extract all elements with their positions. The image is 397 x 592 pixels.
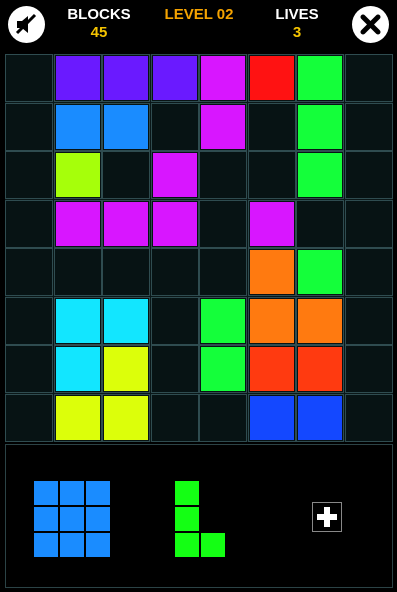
block-magenta <box>201 56 246 101</box>
board-cell[interactable] <box>5 102 53 151</box>
piece-cell <box>174 532 200 558</box>
blocks-label: BLOCKS <box>67 6 131 23</box>
block-green <box>298 104 343 149</box>
block-orange <box>249 298 294 343</box>
block-redorange <box>249 347 294 392</box>
board-cell[interactable] <box>102 248 150 296</box>
block-green <box>201 298 246 343</box>
blocks-stat: BLOCKS 45 <box>58 6 140 42</box>
lives-label: LIVES <box>275 6 319 23</box>
plus-icon-vertical <box>324 507 330 527</box>
piece-cell <box>85 480 111 506</box>
block-green <box>298 153 343 198</box>
board-cell[interactable] <box>344 393 393 442</box>
block-magenta <box>104 201 149 246</box>
lives-stat: LIVES 3 <box>262 6 332 42</box>
level-label: LEVEL 02 <box>164 6 234 23</box>
piece-cell <box>174 480 200 506</box>
board-cell[interactable] <box>150 296 199 345</box>
close-button[interactable] <box>352 6 389 43</box>
block-royal <box>249 395 294 440</box>
piece-cell <box>174 506 200 532</box>
board-cell[interactable] <box>344 199 393 248</box>
block-magenta <box>152 153 197 198</box>
game-board[interactable] <box>5 54 393 442</box>
block-yellow <box>104 347 149 392</box>
piece-cell <box>59 480 85 506</box>
board-cell[interactable] <box>5 345 53 393</box>
board-cell[interactable] <box>150 248 199 296</box>
block-green <box>298 56 343 101</box>
block-lime <box>55 153 100 198</box>
block-orange <box>249 250 294 295</box>
lives-count: 3 <box>292 24 302 41</box>
board-cell[interactable] <box>199 393 247 442</box>
piece-cell <box>85 506 111 532</box>
board-cell[interactable] <box>150 102 199 151</box>
block-magenta <box>249 201 294 246</box>
block-blue <box>104 104 149 149</box>
board-cell[interactable] <box>344 102 393 151</box>
block-purple <box>152 56 197 101</box>
board-cell[interactable] <box>150 393 199 442</box>
piece-cell <box>59 532 85 558</box>
block-purple <box>55 56 100 101</box>
board-cell[interactable] <box>344 151 393 199</box>
block-cyan <box>55 347 100 392</box>
board-cell[interactable] <box>199 151 247 199</box>
board-cell[interactable] <box>247 151 296 199</box>
block-royal <box>298 395 343 440</box>
board-cell[interactable] <box>247 102 296 151</box>
board-cell[interactable] <box>199 199 247 248</box>
block-red <box>249 56 294 101</box>
board-cell[interactable] <box>344 296 393 345</box>
sound-toggle-button[interactable] <box>8 6 45 43</box>
board-cell[interactable] <box>53 248 102 296</box>
block-yellow <box>104 395 149 440</box>
board-cell[interactable] <box>296 199 344 248</box>
block-yellow <box>55 395 100 440</box>
board-cell[interactable] <box>344 248 393 296</box>
board-cell[interactable] <box>5 151 53 199</box>
board-cell[interactable] <box>5 393 53 442</box>
piece-cell <box>200 532 226 558</box>
block-magenta <box>201 104 246 149</box>
blocks-count: 45 <box>90 24 108 41</box>
top-bar: BLOCKS 45 LEVEL 02 LIVES 3 <box>0 0 397 52</box>
block-green <box>201 347 246 392</box>
block-orange <box>298 298 343 343</box>
board-cell[interactable] <box>5 54 53 102</box>
board-cell[interactable] <box>102 151 150 199</box>
speaker-muted-icon <box>15 13 37 35</box>
piece-cell <box>33 506 59 532</box>
piece-cell <box>33 480 59 506</box>
block-blue <box>55 104 100 149</box>
board-cell[interactable] <box>344 345 393 393</box>
board-cell[interactable] <box>5 199 53 248</box>
piece-cell <box>59 506 85 532</box>
block-magenta <box>55 201 100 246</box>
block-cyan <box>55 298 100 343</box>
block-cyan <box>104 298 149 343</box>
add-piece-button[interactable] <box>312 502 342 532</box>
piece-cell <box>33 532 59 558</box>
level-stat: LEVEL 02 <box>150 6 248 24</box>
piece-cell <box>85 532 111 558</box>
board-cell[interactable] <box>199 248 247 296</box>
block-magenta <box>152 201 197 246</box>
board-cell[interactable] <box>150 345 199 393</box>
board-cell[interactable] <box>5 296 53 345</box>
board-cell[interactable] <box>5 248 53 296</box>
block-purple <box>104 56 149 101</box>
board-cell[interactable] <box>344 54 393 102</box>
block-redorange <box>298 347 343 392</box>
block-green <box>298 250 343 295</box>
close-x-icon <box>360 14 381 35</box>
